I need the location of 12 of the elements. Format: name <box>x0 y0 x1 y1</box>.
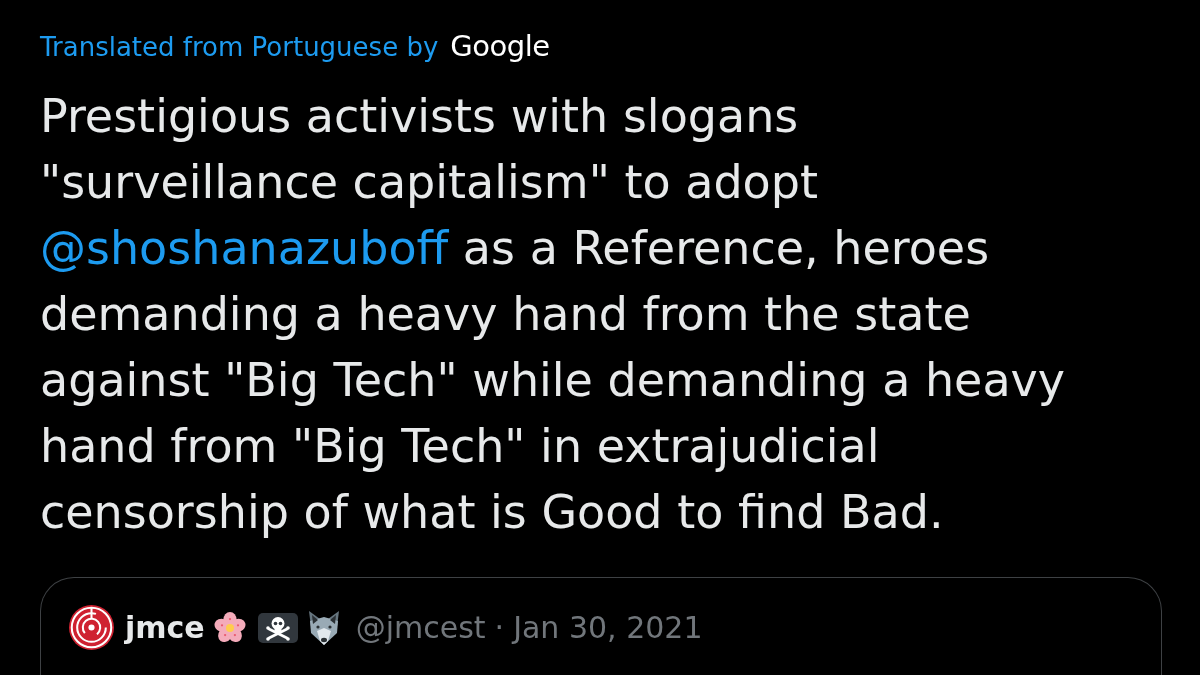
tweet-text: Prestigious activists with slogans "surveillance capitalism" to adopt @shoshanazuboff as a Reference, heroes demanding a heavy hand from the state against "Big Tech" while demanding a heavy hand from "Big Tech" in extrajudicial censorship of what is Good to find Bad. <box>40 88 1067 541</box>
skull-crossbones-flag-icon <box>257 612 298 643</box>
author-handle[interactable]: @jmcest <box>355 607 486 648</box>
avatar-icon[interactable] <box>69 605 114 650</box>
author-name[interactable]: jmce <box>125 607 205 648</box>
quoted-tweet-card[interactable]: jmce @jmcest · Jan 30, 2021 <box>40 577 1162 675</box>
mention-link[interactable]: @shoshanazuboff <box>40 221 449 275</box>
translation-label[interactable]: Translated from Portuguese by <box>40 31 439 63</box>
provider-name: Google <box>450 30 550 62</box>
blossom-icon <box>213 611 246 644</box>
tweet-date[interactable]: Jan 30, 2021 <box>513 607 703 648</box>
separator-dot: · <box>494 608 505 647</box>
